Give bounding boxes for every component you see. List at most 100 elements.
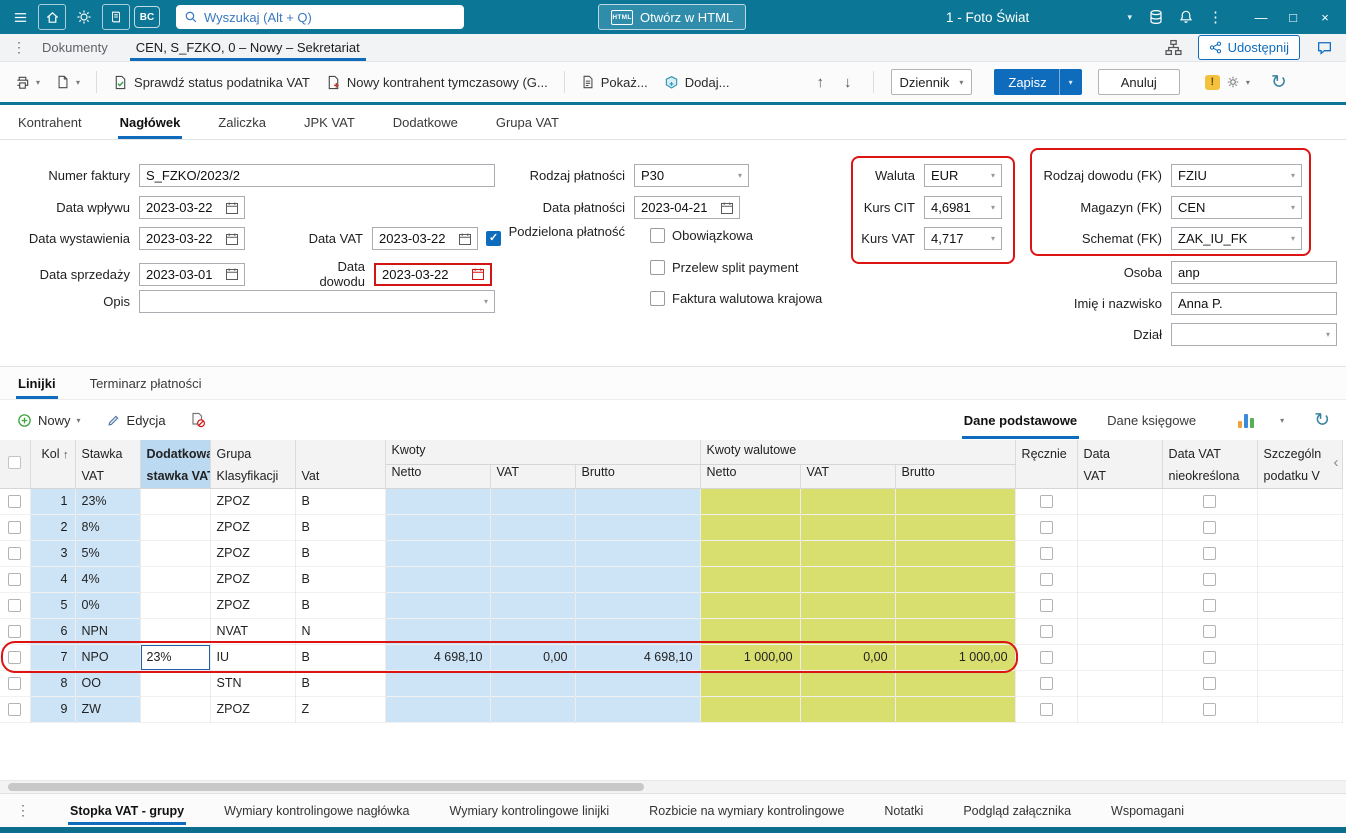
data-vat-nieokreslona-checkbox[interactable] bbox=[1203, 495, 1216, 508]
col-header-szczegolne[interactable]: Szczególnpodatku V ‹ bbox=[1257, 440, 1342, 488]
checkbox-obowiazkowa[interactable]: Obowiązkowa bbox=[650, 228, 753, 243]
grid-row[interactable]: 6NPNNVATN bbox=[0, 618, 1342, 644]
col-header-recznie[interactable]: Ręcznie bbox=[1015, 440, 1077, 488]
data-wplywu-input[interactable]: 2023-03-22 bbox=[139, 196, 245, 219]
schemat-fk-select[interactable]: ZAK_IU_FK bbox=[1171, 227, 1302, 250]
grid-row[interactable]: 35%ZPOZB bbox=[0, 540, 1342, 566]
chevron-down-icon[interactable]: ▾ bbox=[1280, 416, 1284, 425]
new-temp-contractor-button[interactable]: Nowy kontrahent tymczasowy (G... bbox=[321, 71, 553, 94]
company-selector[interactable]: 1 - Foto Świat ▾ bbox=[902, 4, 1140, 30]
recznie-checkbox[interactable] bbox=[1040, 651, 1053, 664]
refresh-button[interactable]: ↻ bbox=[1267, 71, 1291, 94]
show-button[interactable]: Pokaż... bbox=[576, 71, 653, 94]
grid-row[interactable]: 50%ZPOZB bbox=[0, 592, 1342, 618]
grid-refresh-button[interactable]: ↻ bbox=[1310, 409, 1334, 432]
tab-kontrahent[interactable]: Kontrahent bbox=[16, 106, 84, 139]
col-header-data-vat[interactable]: DataVAT bbox=[1077, 440, 1162, 488]
col-header-vat-walutowe[interactable]: VAT bbox=[800, 464, 895, 488]
grid-row[interactable]: 44%ZPOZB bbox=[0, 566, 1342, 592]
kurs-vat-input[interactable]: 4,717 bbox=[924, 227, 1002, 250]
col-header-data-vat-nieokreslona[interactable]: Data VATnieokreślona bbox=[1162, 440, 1257, 488]
tab-naglowek[interactable]: Nagłówek bbox=[118, 106, 183, 139]
tab-wspomaganie[interactable]: Wspomagani bbox=[1109, 794, 1186, 828]
tab-stopka-vat-grupy[interactable]: Stopka VAT - grupy bbox=[68, 794, 186, 828]
cancel-button[interactable]: Anuluj bbox=[1098, 69, 1180, 95]
data-vat-nieokreslona-checkbox[interactable] bbox=[1203, 521, 1216, 534]
tab-terminarz-platnosci[interactable]: Terminarz płatności bbox=[88, 368, 204, 399]
tab-dokumenty[interactable]: Dokumenty bbox=[42, 40, 108, 55]
data-vat-nieokreslona-checkbox[interactable] bbox=[1203, 677, 1216, 690]
scroll-left-icon[interactable]: ‹ bbox=[1334, 454, 1339, 471]
data-vat-nieokreslona-checkbox[interactable] bbox=[1203, 703, 1216, 716]
data-platnosci-input[interactable]: 2023-04-21 bbox=[634, 196, 740, 219]
data-vat-nieokreslona-checkbox[interactable] bbox=[1203, 547, 1216, 560]
col-header-netto[interactable]: Netto bbox=[385, 464, 490, 488]
tab-jpk-vat[interactable]: JPK VAT bbox=[302, 106, 357, 139]
print-button[interactable]: ▾ bbox=[10, 71, 45, 94]
grid-row[interactable]: 28%ZPOZB bbox=[0, 514, 1342, 540]
row-select-checkbox[interactable] bbox=[8, 495, 21, 508]
tab-wymiary-naglowka[interactable]: Wymiary kontrolingowe nagłówka bbox=[222, 794, 411, 828]
col-header-kol[interactable]: Kol ↑ bbox=[30, 440, 75, 488]
data-vat-nieokreslona-checkbox[interactable] bbox=[1203, 599, 1216, 612]
sitemap-icon[interactable] bbox=[1162, 36, 1186, 60]
row-select-checkbox[interactable] bbox=[8, 625, 21, 638]
kebab-menu-icon[interactable]: ⋮ bbox=[1202, 4, 1230, 30]
home-icon[interactable] bbox=[38, 4, 66, 30]
opis-input[interactable] bbox=[139, 290, 495, 313]
kurs-cit-input[interactable]: 4,6981 bbox=[924, 196, 1002, 219]
numer-faktury-input[interactable]: S_FZKO/2023/2 bbox=[139, 164, 495, 187]
osoba-input[interactable]: anp bbox=[1171, 261, 1337, 284]
scrollbar-thumb[interactable] bbox=[8, 783, 644, 791]
data-vat-input[interactable]: 2023-03-22 bbox=[372, 227, 478, 250]
data-sprzedazy-input[interactable]: 2023-03-01 bbox=[139, 263, 245, 286]
search-input[interactable] bbox=[204, 10, 456, 25]
recznie-checkbox[interactable] bbox=[1040, 495, 1053, 508]
data-dowodu-input[interactable]: 2023-03-22 bbox=[374, 263, 492, 286]
next-record-button[interactable]: ↓ bbox=[834, 72, 862, 93]
save-button[interactable]: Zapisz ▾ bbox=[994, 69, 1081, 95]
rodzaj-platnosci-select[interactable]: P30 bbox=[634, 164, 749, 187]
horizontal-scrollbar[interactable] bbox=[0, 780, 1346, 793]
tab-notatki[interactable]: Notatki bbox=[882, 794, 925, 828]
tab-active-document[interactable]: CEN, S_FZKO, 0 – Nowy – Sekretariat bbox=[130, 35, 366, 61]
checkbox-przelew-split[interactable]: Przelew split payment bbox=[650, 260, 798, 275]
journal-book-icon[interactable] bbox=[102, 4, 130, 30]
delete-line-button[interactable] bbox=[185, 408, 211, 432]
checkbox-faktura-walutowa[interactable]: Faktura walutowa krajowa bbox=[650, 291, 822, 306]
recznie-checkbox[interactable] bbox=[1040, 599, 1053, 612]
recznie-checkbox[interactable] bbox=[1040, 703, 1053, 716]
magazyn-fk-select[interactable]: CEN bbox=[1171, 196, 1302, 219]
data-vat-nieokreslona-checkbox[interactable] bbox=[1203, 573, 1216, 586]
tab-grupa-vat[interactable]: Grupa VAT bbox=[494, 106, 561, 139]
col-header-netto-walutowe[interactable]: Netto bbox=[700, 464, 800, 488]
chat-icon[interactable] bbox=[1312, 36, 1336, 60]
tab-overflow-icon[interactable]: ⋮ bbox=[10, 39, 28, 56]
row-select-checkbox[interactable] bbox=[8, 651, 21, 664]
select-all-checkbox[interactable] bbox=[8, 456, 21, 469]
obowiazkowa-checkbox[interactable] bbox=[650, 228, 665, 243]
tab-linijki[interactable]: Linijki bbox=[16, 368, 58, 399]
recznie-checkbox[interactable] bbox=[1040, 521, 1053, 534]
bottom-tabs-overflow-icon[interactable]: ⋮ bbox=[14, 802, 32, 819]
window-close-button[interactable]: × bbox=[1310, 4, 1340, 30]
open-in-html-button[interactable]: HTML Otwórz w HTML bbox=[598, 4, 746, 30]
imie-nazwisko-input[interactable]: Anna P. bbox=[1171, 292, 1337, 315]
row-select-checkbox[interactable] bbox=[8, 599, 21, 612]
dzial-select[interactable] bbox=[1171, 323, 1337, 346]
col-header-vat-kwota[interactable]: VAT bbox=[490, 464, 575, 488]
data-wystawienia-input[interactable]: 2023-03-22 bbox=[139, 227, 245, 250]
settings-gear-icon[interactable] bbox=[70, 4, 98, 30]
window-maximize-button[interactable]: □ bbox=[1278, 4, 1308, 30]
row-select-checkbox[interactable] bbox=[8, 677, 21, 690]
view-dane-podstawowe[interactable]: Dane podstawowe bbox=[962, 402, 1079, 439]
recznie-checkbox[interactable] bbox=[1040, 573, 1053, 586]
data-vat-nieokreslona-checkbox[interactable] bbox=[1203, 651, 1216, 664]
faktura-walutowa-checkbox[interactable] bbox=[650, 291, 665, 306]
col-header-grupa-klasyfikacji[interactable]: GrupaKlasyfikacji bbox=[210, 440, 295, 488]
col-header-brutto[interactable]: Brutto bbox=[575, 464, 700, 488]
add-button[interactable]: Dodaj... bbox=[659, 71, 735, 94]
tab-wymiary-linijki[interactable]: Wymiary kontrolingowe linijki bbox=[448, 794, 612, 828]
check-vat-status-button[interactable]: Sprawdź status podatnika VAT bbox=[108, 71, 315, 94]
previous-record-button[interactable]: ↑ bbox=[807, 72, 835, 93]
